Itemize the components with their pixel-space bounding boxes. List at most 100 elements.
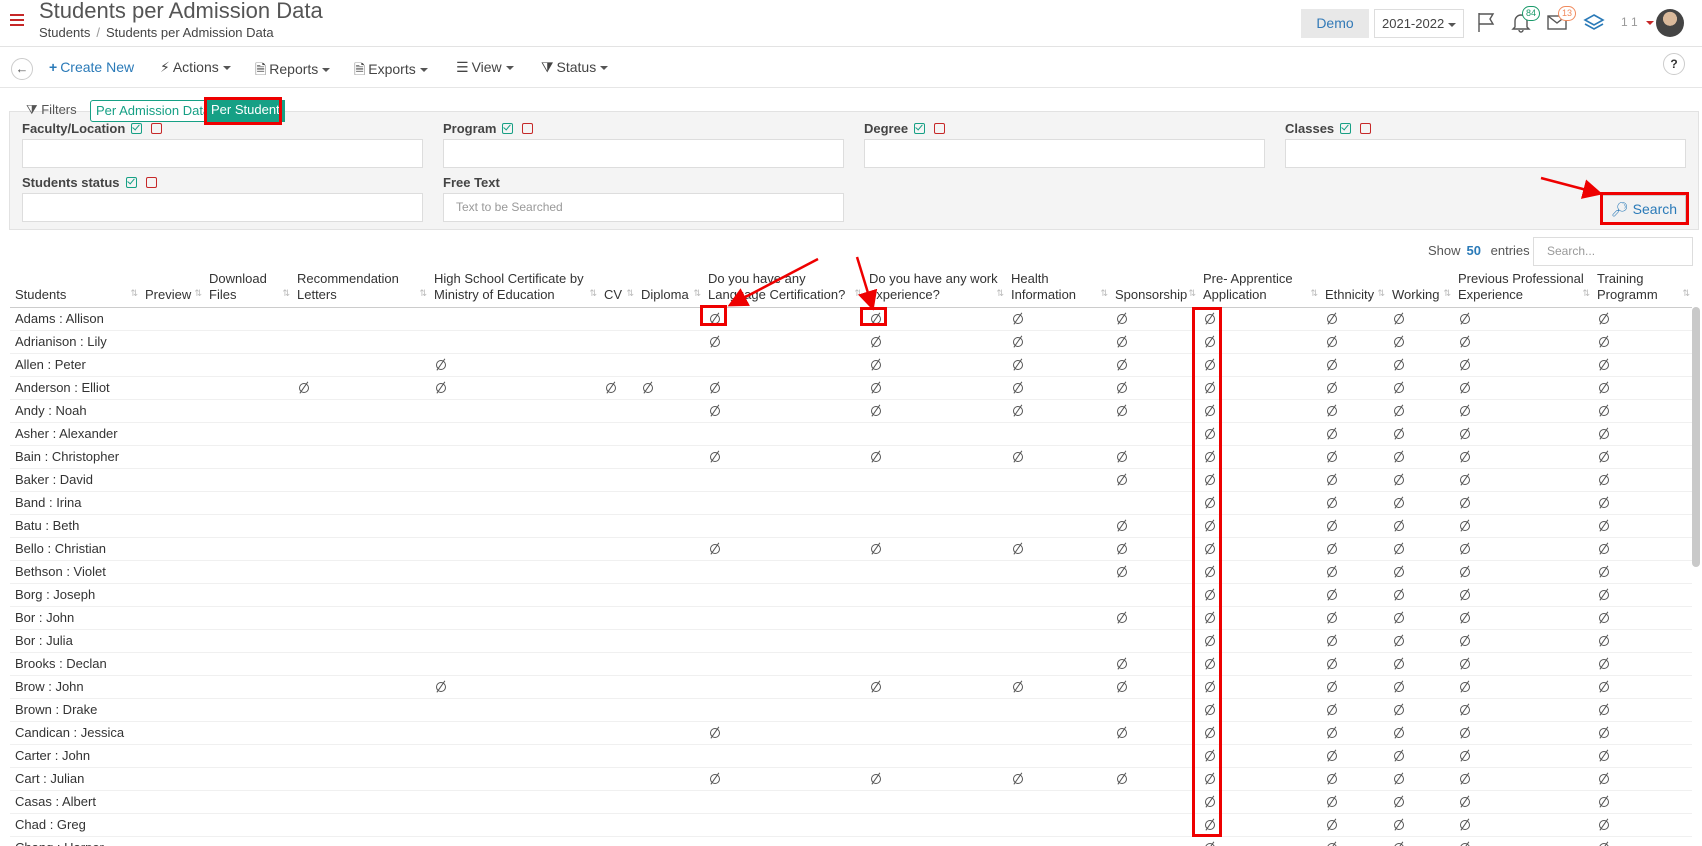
table-cell[interactable]	[703, 375, 864, 399]
empty-set-icon[interactable]	[1394, 521, 1404, 531]
empty-set-icon[interactable]	[1394, 705, 1404, 715]
empty-set-icon[interactable]	[1394, 452, 1404, 462]
table-cell[interactable]	[1387, 582, 1453, 606]
empty-set-icon[interactable]	[1599, 797, 1609, 807]
empty-set-icon[interactable]	[1394, 659, 1404, 669]
table-cell[interactable]	[1387, 651, 1453, 675]
table-cell[interactable]	[1320, 559, 1387, 583]
table-cell[interactable]	[1592, 835, 1692, 846]
empty-set-icon[interactable]	[1327, 337, 1337, 347]
sort-icon[interactable]: ⇅	[1377, 285, 1384, 301]
empty-set-icon[interactable]	[1460, 636, 1470, 646]
table-cell[interactable]	[1006, 329, 1110, 353]
table-row[interactable]: Bethson : Violet	[10, 559, 1692, 583]
table-cell[interactable]	[703, 306, 864, 330]
table-cell[interactable]	[1592, 766, 1692, 790]
table-cell[interactable]	[1320, 766, 1387, 790]
sort-icon[interactable]: ⇅	[282, 285, 289, 301]
sort-icon[interactable]: ⇅	[1188, 285, 1195, 301]
empty-set-icon[interactable]	[1117, 452, 1127, 462]
table-cell[interactable]	[1387, 835, 1453, 846]
column-header[interactable]: Ethnicity ⇅	[1320, 268, 1387, 308]
table-search-input[interactable]: Search...	[1533, 237, 1693, 266]
select-all-icon[interactable]	[131, 123, 143, 134]
table-cell[interactable]	[1006, 674, 1110, 698]
table-cell[interactable]	[1198, 835, 1320, 846]
empty-set-icon[interactable]	[1327, 820, 1337, 830]
table-cell[interactable]	[429, 674, 599, 698]
table-cell[interactable]	[1320, 513, 1387, 537]
table-row[interactable]: Cart : Julian	[10, 766, 1692, 790]
table-cell[interactable]	[1592, 306, 1692, 330]
empty-set-icon[interactable]	[1599, 544, 1609, 554]
sort-icon[interactable]: ⇅	[130, 285, 137, 301]
empty-set-icon[interactable]	[1327, 659, 1337, 669]
table-cell[interactable]	[1320, 375, 1387, 399]
table-cell[interactable]	[1592, 720, 1692, 744]
empty-set-icon[interactable]	[1394, 567, 1404, 577]
table-cell[interactable]	[1453, 628, 1592, 652]
table-cell[interactable]	[1453, 513, 1592, 537]
empty-set-icon[interactable]	[1327, 521, 1337, 531]
table-row[interactable]: Anderson : Elliot	[10, 375, 1692, 399]
empty-set-icon[interactable]	[1117, 337, 1127, 347]
table-cell[interactable]	[1320, 421, 1387, 445]
empty-set-icon[interactable]	[606, 383, 616, 393]
table-cell[interactable]	[864, 398, 1006, 422]
sort-icon[interactable]: ⇅	[854, 285, 861, 301]
empty-set-icon[interactable]	[1117, 314, 1127, 324]
breadcrumb-students[interactable]: Students	[39, 25, 90, 40]
table-cell[interactable]	[1006, 352, 1110, 376]
empty-set-icon[interactable]	[1394, 797, 1404, 807]
empty-set-icon[interactable]	[1460, 406, 1470, 416]
table-cell[interactable]	[1387, 398, 1453, 422]
table-cell[interactable]	[1387, 375, 1453, 399]
table-cell[interactable]	[1320, 812, 1387, 836]
layers-icon[interactable]	[1583, 11, 1605, 33]
table-row[interactable]: Asher : Alexander	[10, 421, 1692, 445]
table-cell[interactable]	[1320, 398, 1387, 422]
empty-set-icon[interactable]	[1013, 406, 1023, 416]
table-cell[interactable]	[1453, 605, 1592, 629]
table-cell[interactable]	[1387, 513, 1453, 537]
table-cell[interactable]	[1387, 559, 1453, 583]
column-header[interactable]: Sponsorship ⇅	[1110, 268, 1198, 308]
table-cell[interactable]	[1453, 651, 1592, 675]
table-cell[interactable]	[1592, 467, 1692, 491]
empty-set-icon[interactable]	[1460, 337, 1470, 347]
empty-set-icon[interactable]	[1599, 728, 1609, 738]
table-cell[interactable]	[1453, 559, 1592, 583]
page-length-select[interactable]: 50	[1467, 243, 1481, 258]
empty-set-icon[interactable]	[1599, 705, 1609, 715]
table-cell[interactable]	[1453, 697, 1592, 721]
table-cell[interactable]	[1006, 306, 1110, 330]
empty-set-icon[interactable]	[1599, 590, 1609, 600]
table-cell[interactable]	[1453, 720, 1592, 744]
year-select[interactable]: 2021-2022	[1374, 9, 1464, 38]
table-cell[interactable]	[1320, 789, 1387, 813]
empty-set-icon[interactable]	[1599, 498, 1609, 508]
table-cell[interactable]	[1453, 835, 1592, 846]
clear-icon[interactable]	[151, 123, 163, 134]
table-cell[interactable]	[429, 352, 599, 376]
table-cell[interactable]	[1110, 444, 1198, 468]
empty-set-icon[interactable]	[871, 452, 881, 462]
table-cell[interactable]	[1453, 421, 1592, 445]
table-cell[interactable]	[1592, 513, 1692, 537]
table-row[interactable]: Brooks : Declan	[10, 651, 1692, 675]
table-cell[interactable]	[1320, 582, 1387, 606]
empty-set-icon[interactable]	[1327, 751, 1337, 761]
table-cell[interactable]	[1592, 398, 1692, 422]
table-cell[interactable]	[1387, 490, 1453, 514]
table-cell[interactable]	[1006, 536, 1110, 560]
user-chevron-icon[interactable]	[1646, 21, 1654, 25]
empty-set-icon[interactable]	[1394, 337, 1404, 347]
table-row[interactable]: Casas : Albert	[10, 789, 1692, 813]
empty-set-icon[interactable]	[1599, 337, 1609, 347]
table-cell[interactable]	[1453, 812, 1592, 836]
student-name[interactable]: Carter : John	[10, 743, 140, 767]
table-cell[interactable]	[1592, 375, 1692, 399]
empty-set-icon[interactable]	[1599, 751, 1609, 761]
table-row[interactable]: Brow : John	[10, 674, 1692, 698]
empty-set-icon[interactable]	[1460, 475, 1470, 485]
